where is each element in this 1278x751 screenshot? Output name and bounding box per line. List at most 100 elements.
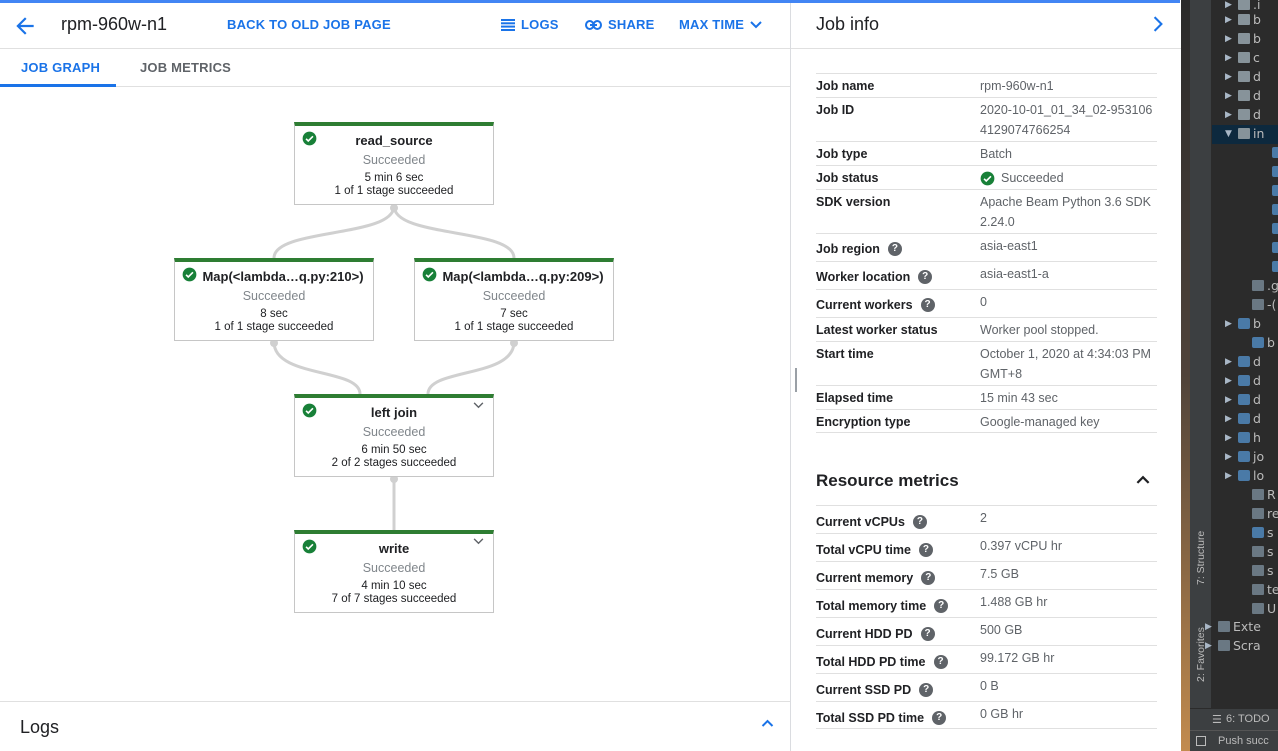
- project-tree-item[interactable]: ▶ d: [1212, 87, 1278, 106]
- tree-collapsed-arrow-icon[interactable]: ▶: [1225, 357, 1232, 367]
- project-tree-item[interactable]: te: [1212, 581, 1278, 600]
- project-tree-item[interactable]: [1212, 258, 1278, 277]
- help-icon[interactable]: ?: [934, 599, 949, 613]
- tree-collapsed-arrow-icon[interactable]: ▶: [1225, 72, 1232, 82]
- project-tree-item[interactable]: ▶ h: [1212, 429, 1278, 448]
- structure-tool-tab[interactable]: 7: Structure: [1190, 520, 1212, 596]
- tree-collapsed-arrow-icon[interactable]: ▶: [1225, 376, 1232, 386]
- project-tree-item[interactable]: ▶ d: [1212, 410, 1278, 429]
- project-tree-item[interactable]: ▶ d: [1212, 353, 1278, 372]
- tab-job-graph[interactable]: JOB GRAPH: [21, 60, 100, 75]
- project-tree-item-label: s: [1267, 544, 1274, 559]
- expand-chevron-icon[interactable]: [473, 402, 484, 409]
- tree-collapsed-arrow-icon[interactable]: ▶: [1225, 53, 1232, 63]
- help-icon[interactable]: ?: [918, 270, 933, 284]
- panel-toggle-icon[interactable]: [1196, 736, 1206, 746]
- max-time-dropdown[interactable]: MAX TIME: [679, 17, 762, 32]
- project-tree-item[interactable]: ▶ b: [1212, 315, 1278, 334]
- project-tree-item[interactable]: .g: [1212, 277, 1278, 296]
- help-icon[interactable]: ?: [921, 571, 936, 585]
- help-icon[interactable]: ?: [920, 627, 935, 641]
- project-tree-item[interactable]: s: [1212, 543, 1278, 562]
- chevron-up-icon[interactable]: [1136, 475, 1150, 484]
- file-icon: [1252, 280, 1264, 291]
- tree-collapsed-arrow-icon[interactable]: ▶: [1225, 319, 1232, 329]
- metric-key-with-help: Current SSD PD?: [816, 680, 934, 700]
- tree-collapsed-arrow-icon[interactable]: ▶: [1225, 414, 1232, 424]
- back-to-old-job-page-link[interactable]: BACK TO OLD JOB PAGE: [227, 17, 391, 32]
- tree-collapsed-arrow-icon[interactable]: ▶: [1225, 110, 1232, 120]
- expand-chevron-icon[interactable]: [473, 538, 484, 545]
- graph-node-write[interactable]: write Succeeded 4 min 10 sec 7 of 7 stag…: [294, 530, 494, 613]
- metric-row-current-memory: Current memory? 7.5 GB: [816, 561, 1157, 589]
- help-icon[interactable]: ?: [932, 711, 947, 725]
- project-tree-item[interactable]: ▶ c: [1212, 49, 1278, 68]
- todo-icon: ☰: [1212, 714, 1222, 726]
- metric-value: 2: [980, 511, 987, 525]
- project-tree-item[interactable]: ▶ d: [1212, 68, 1278, 87]
- project-tree-item[interactable]: [1212, 201, 1278, 220]
- tree-collapsed-arrow-icon[interactable]: ▶: [1225, 433, 1232, 443]
- help-icon[interactable]: ?: [933, 655, 948, 669]
- help-icon[interactable]: ?: [912, 515, 927, 529]
- help-icon[interactable]: ?: [918, 543, 933, 557]
- tree-collapsed-arrow-icon[interactable]: ▶: [1225, 91, 1232, 101]
- metric-value: 99.172 GB hr: [980, 651, 1055, 665]
- info-row-job-name: Job name rpm-960w-n1: [816, 73, 1157, 97]
- panel-resize-handle[interactable]: [795, 368, 797, 392]
- project-tree-item[interactable]: s: [1212, 524, 1278, 543]
- help-icon[interactable]: ?: [920, 298, 935, 312]
- project-tree-item[interactable]: re: [1212, 505, 1278, 524]
- edge-map210-to-join: [272, 341, 362, 395]
- chevron-up-icon[interactable]: [761, 719, 774, 727]
- graph-node-left-join[interactable]: left join Succeeded 6 min 50 sec 2 of 2 …: [294, 394, 494, 477]
- help-icon[interactable]: ?: [887, 242, 902, 256]
- project-tree-item[interactable]: [1212, 220, 1278, 239]
- tree-collapsed-arrow-icon[interactable]: ▶: [1225, 452, 1232, 462]
- tree-collapsed-arrow-icon[interactable]: ▶: [1225, 34, 1232, 44]
- tree-collapsed-arrow-icon[interactable]: ▶: [1225, 0, 1232, 10]
- project-tree-item[interactable]: ▶ d: [1212, 106, 1278, 125]
- tab-job-metrics[interactable]: JOB METRICS: [140, 60, 231, 75]
- graph-node-map-210[interactable]: Map(<lambda…q.py:210>) Succeeded 8 sec 1…: [174, 258, 374, 341]
- project-tree-item[interactable]: ▶ jo: [1212, 448, 1278, 467]
- favorites-tool-tab[interactable]: 2: Favorites: [1190, 615, 1212, 695]
- logs-button[interactable]: LOGS: [501, 17, 559, 32]
- graph-node-read-source[interactable]: read_source Succeeded 5 min 6 sec 1 of 1…: [294, 122, 494, 205]
- project-tree-item[interactable]: [1212, 182, 1278, 201]
- chevron-right-icon[interactable]: [1153, 16, 1163, 32]
- file-icon: [1218, 640, 1230, 651]
- logs-panel-header[interactable]: Logs: [0, 701, 790, 751]
- project-tree-item[interactable]: [1212, 144, 1278, 163]
- share-button[interactable]: SHARE: [585, 17, 655, 32]
- project-tree-item[interactable]: ▼ in: [1212, 125, 1278, 144]
- project-tree-item[interactable]: ▶ b: [1212, 11, 1278, 30]
- success-check-icon: [422, 267, 437, 282]
- project-tree-item[interactable]: [1212, 239, 1278, 258]
- tree-collapsed-arrow-icon[interactable]: ▶: [1225, 15, 1232, 25]
- project-tree-item[interactable]: s: [1212, 562, 1278, 581]
- project-tree-item[interactable]: U: [1212, 600, 1278, 619]
- info-value: 15 min 43 sec: [980, 391, 1058, 405]
- graph-node-map-209[interactable]: Map(<lambda…q.py:209>) Succeeded 7 sec 1…: [414, 258, 614, 341]
- project-tree-item[interactable]: ▶ b: [1212, 30, 1278, 49]
- project-tree-item[interactable]: ▶ d: [1212, 372, 1278, 391]
- project-tree-item[interactable]: [1212, 163, 1278, 182]
- back-arrow-icon[interactable]: [12, 13, 38, 39]
- job-graph-canvas[interactable]: read_source Succeeded 5 min 6 sec 1 of 1…: [0, 88, 790, 701]
- project-tree-item[interactable]: ▶ Scra: [1205, 637, 1278, 656]
- project-tree-item-label: b: [1267, 335, 1275, 350]
- tree-collapsed-arrow-icon[interactable]: ▶: [1225, 395, 1232, 405]
- help-icon[interactable]: ?: [919, 683, 934, 697]
- project-tree-item[interactable]: b: [1212, 334, 1278, 353]
- project-tree-item[interactable]: -(: [1212, 296, 1278, 315]
- todo-tab[interactable]: 6: TODO: [1226, 713, 1270, 725]
- project-tree-item[interactable]: R: [1212, 486, 1278, 505]
- project-tree-item[interactable]: ▶ Exte: [1205, 618, 1278, 637]
- project-tree-item[interactable]: ▶ lo: [1212, 467, 1278, 486]
- tree-collapsed-arrow-icon[interactable]: ▶: [1225, 471, 1232, 481]
- tree-expanded-arrow-icon[interactable]: ▼: [1225, 129, 1232, 139]
- project-tree-item[interactable]: ▶ d: [1212, 391, 1278, 410]
- python-file-icon: [1272, 166, 1278, 177]
- metric-key: Current memory: [816, 571, 914, 585]
